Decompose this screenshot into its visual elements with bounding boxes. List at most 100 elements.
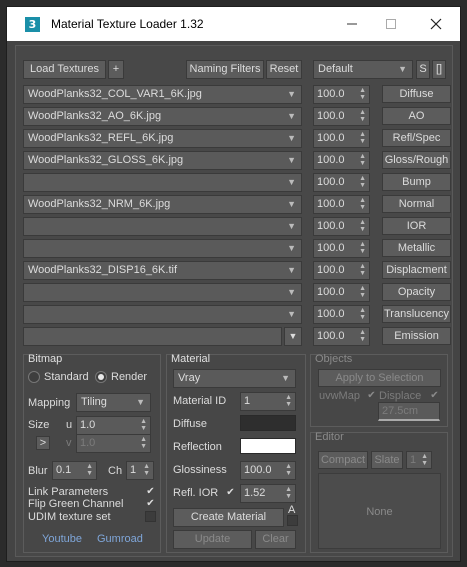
naming-filters-button[interactable]: Naming Filters <box>186 60 264 79</box>
refl-ior-checkbox[interactable]: ✔ <box>225 487 236 498</box>
mapping-dropdown[interactable]: Tiling ▼ <box>76 393 151 412</box>
gumroad-link[interactable]: Gumroad <box>97 533 143 545</box>
channel-button[interactable]: AO <box>382 107 451 125</box>
texture-file-name: WoodPlanks32_REFL_6K.jpg <box>28 132 174 144</box>
texture-file-dropdown[interactable]: ▼ <box>23 305 302 324</box>
diffuse-color-swatch[interactable] <box>240 415 296 431</box>
channel-amount-spinner[interactable]: 100.0 ▲ ▼ <box>313 129 370 148</box>
channel-amount-spinner[interactable]: 100.0 ▲ ▼ <box>313 239 370 258</box>
v-spinner[interactable]: 1.0 ▲ ▼ <box>76 434 151 453</box>
channel-amount-value: 100.0 <box>317 220 345 232</box>
channel-button[interactable]: IOR <box>382 217 451 235</box>
displace-checkbox[interactable]: ✔ <box>429 390 440 401</box>
channel-amount-spinner[interactable]: 100.0 ▲ ▼ <box>313 217 370 236</box>
texture-file-dropdown[interactable]: ▼ <box>23 173 302 192</box>
compact-button[interactable]: Compact <box>318 451 368 469</box>
channel-button[interactable]: Displacment <box>382 261 451 279</box>
glossiness-spinner[interactable]: 100.0 ▲ ▼ <box>240 461 296 480</box>
channel-button[interactable]: Bump <box>382 173 451 191</box>
loader-panel: Load Textures + Naming Filters Reset Def… <box>15 45 453 557</box>
channel-amount-spinner[interactable]: 100.0 ▲ ▼ <box>313 283 370 302</box>
udim-checkbox[interactable] <box>145 511 156 522</box>
channel-amount-spinner[interactable]: 100.0 ▲ ▼ <box>313 173 370 192</box>
spinner-arrows-icon: ▲ ▼ <box>421 453 428 467</box>
material-preview: None <box>318 473 441 549</box>
reflection-color-swatch[interactable] <box>240 438 296 454</box>
chevron-down-icon: ▼ <box>287 265 296 275</box>
channel-button[interactable]: Emission <box>382 327 451 345</box>
spinner-arrows-icon: ▲ ▼ <box>285 394 292 408</box>
spinner-arrows-icon: ▲ ▼ <box>359 285 366 299</box>
spinner-arrows-icon: ▲ ▼ <box>359 219 366 233</box>
spinner-arrows-icon: ▲ ▼ <box>359 153 366 167</box>
texture-file-dropdown[interactable]: ▼ <box>23 283 302 302</box>
channel-amount-spinner[interactable]: 100.0 ▲ ▼ <box>313 261 370 280</box>
maximize-button[interactable] <box>378 12 404 36</box>
texture-file-dropdown[interactable]: WoodPlanks32_AO_6K.jpg ▼ <box>23 107 302 126</box>
texture-file-dropdown-toggle[interactable]: ▼ <box>284 327 302 346</box>
texture-file-dropdown[interactable]: ▼ <box>23 239 302 258</box>
uvwmap-label: uvwMap <box>319 390 360 402</box>
blur-label: Blur <box>28 465 48 477</box>
load-textures-button[interactable]: Load Textures <box>23 60 106 79</box>
texture-file-dropdown[interactable]: WoodPlanks32_DISP16_6K.tif ▼ <box>23 261 302 280</box>
slot-spinner[interactable]: 1 ▲ ▼ <box>406 451 432 469</box>
renderer-value: Vray <box>178 372 201 384</box>
material-id-spinner[interactable]: 1 ▲ ▼ <box>240 392 296 411</box>
channel-button[interactable]: Metallic <box>382 239 451 257</box>
bracket-button[interactable]: [] <box>432 60 446 79</box>
channel-amount-spinner[interactable]: 100.0 ▲ ▼ <box>313 327 370 346</box>
texture-file-dropdown[interactable]: ▼ <box>23 217 302 236</box>
lock-button[interactable]: > <box>36 436 50 450</box>
channel-button[interactable]: Refl/Spec <box>382 129 451 147</box>
texture-file-dropdown[interactable]: WoodPlanks32_COL_VAR1_6K.jpg ▼ <box>23 85 302 104</box>
texture-file-dropdown[interactable]: WoodPlanks32_GLOSS_6K.jpg ▼ <box>23 151 302 170</box>
channel-amount-spinner[interactable]: 100.0 ▲ ▼ <box>313 85 370 104</box>
add-button[interactable]: + <box>108 60 124 79</box>
flip-green-checkbox[interactable]: ✔ <box>145 498 156 509</box>
size-label: Size <box>28 419 50 431</box>
refl-ior-spinner[interactable]: 1.52 ▲ ▼ <box>240 484 296 503</box>
channel-amount-spinner[interactable]: 100.0 ▲ ▼ <box>313 305 370 324</box>
refl-ior-value: 1.52 <box>244 487 266 499</box>
apply-to-selection-button[interactable]: Apply to Selection <box>318 369 441 387</box>
channel-button[interactable]: Translucency <box>382 305 451 323</box>
spinner-arrows-icon: ▲ ▼ <box>140 436 147 450</box>
renderer-dropdown[interactable]: Vray ▼ <box>173 369 296 388</box>
update-button[interactable]: Update <box>173 530 252 549</box>
youtube-link[interactable]: Youtube <box>42 533 82 545</box>
texture-file-dropdown[interactable]: WoodPlanks32_REFL_6K.jpg ▼ <box>23 129 302 148</box>
render-radio[interactable] <box>95 371 107 383</box>
channel-amount-spinner[interactable]: 100.0 ▲ ▼ <box>313 151 370 170</box>
link-params-checkbox[interactable]: ✔ <box>145 486 156 497</box>
chevron-down-icon: ▼ <box>398 64 407 74</box>
auto-checkbox[interactable] <box>287 515 298 526</box>
displace-amount-spinner[interactable]: 27.5cm <box>378 402 440 421</box>
channel-amount-spinner[interactable]: 100.0 ▲ ▼ <box>313 107 370 126</box>
mapping-value: Tiling <box>81 396 107 408</box>
channel-button[interactable]: Gloss/Rough <box>382 151 451 169</box>
ch-label: Ch <box>108 465 123 477</box>
texture-file-dropdown[interactable]: WoodPlanks32_NRM_6K.jpg ▼ <box>23 195 302 214</box>
channel-button[interactable]: Normal <box>382 195 451 213</box>
v-value: 1.0 <box>80 437 96 449</box>
clear-button[interactable]: Clear <box>255 530 296 549</box>
uvwmap-checkbox[interactable]: ✔ <box>366 390 377 401</box>
chevron-down-icon: ▼ <box>287 111 296 121</box>
channel-button[interactable]: Opacity <box>382 283 451 301</box>
create-material-button[interactable]: Create Material <box>173 508 284 527</box>
standard-radio[interactable] <box>28 371 40 383</box>
udim-label: UDIM texture set <box>28 511 111 523</box>
blur-spinner[interactable]: 0.1 ▲ ▼ <box>52 461 97 480</box>
s-button[interactable]: S <box>416 60 430 79</box>
texture-file-dropdown[interactable] <box>23 327 282 346</box>
reset-button[interactable]: Reset <box>266 60 302 79</box>
channel-amount-spinner[interactable]: 100.0 ▲ ▼ <box>313 195 370 214</box>
close-button[interactable] <box>423 12 449 36</box>
preset-dropdown[interactable]: Default ▼ <box>313 60 413 79</box>
minimize-button[interactable] <box>339 12 365 36</box>
u-spinner[interactable]: 1.0 ▲ ▼ <box>76 416 151 435</box>
slate-button[interactable]: Slate <box>371 451 403 469</box>
channel-button[interactable]: Diffuse <box>382 85 451 103</box>
ch-spinner[interactable]: 1 ▲ ▼ <box>126 461 154 480</box>
